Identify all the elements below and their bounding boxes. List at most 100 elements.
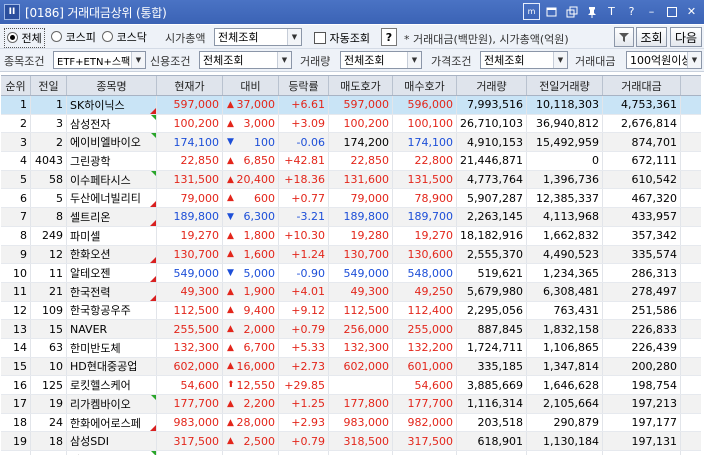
cell-name: 한국항공우주	[67, 301, 157, 320]
table-row[interactable]: 6 5 두산에너빌리티 79,000 ▲ 600 +0.77 79,000 78,900 5,90…	[1, 189, 701, 209]
cell-volume: 618,901	[457, 432, 527, 451]
new-window-icon[interactable]	[543, 3, 560, 20]
market-radio-kospi[interactable]: 코스피	[51, 29, 96, 45]
col-change-header[interactable]: 대비	[223, 76, 279, 95]
cell-bid: 982,000	[393, 413, 457, 432]
maximize-icon[interactable]	[663, 3, 680, 20]
table-row[interactable]: 3 2 에이비엘바이오 174,100 ▼ 100 -0.06 174,200 174,100 4…	[1, 133, 701, 153]
market-radio-all[interactable]: 전체	[4, 28, 45, 48]
table-row[interactable]: 18 24 한화에어로스페 983,000 ▲ 28,000 +2.93 983,000 982…	[1, 413, 701, 433]
minimize-icon[interactable]: –	[643, 3, 660, 20]
settings-button[interactable]	[614, 27, 634, 47]
next-button[interactable]: 다음	[670, 27, 702, 47]
change-value: 2,500	[243, 434, 276, 448]
cell-amount: 4,753,361	[603, 96, 681, 114]
table-row[interactable]: 17 19 리가켐바이오 177,700 ▲ 2,200 +1.25 177,800 177,7…	[1, 395, 701, 414]
col-amount-header[interactable]: 거래대금	[603, 76, 681, 95]
cell-volume-text: 887,845	[477, 322, 524, 336]
table-row[interactable]: 8 249 파미셀 19,270 ▲ 1,800 +10.30 19,280 19,270 18,…	[1, 226, 701, 246]
col-rate-header[interactable]: 등락률	[279, 76, 329, 95]
cell-rate-text: +0.77	[291, 191, 325, 205]
table-row[interactable]: 2 3 삼성전자 100,200 ▲ 3,000 +3.09 100,200 100,100 26…	[1, 114, 701, 134]
cell-price: 100,200	[157, 114, 223, 133]
cell-prev-rank-text: 10	[49, 359, 63, 373]
cell-ask: 22,850	[329, 152, 393, 170]
down-arrow-icon: ▼	[227, 211, 234, 222]
cell-volume: 4,773,764	[457, 170, 527, 189]
cell-prev-rank: 11	[31, 264, 67, 282]
cell-rank: 14	[1, 338, 31, 357]
cell-rank-text: 12	[13, 303, 27, 317]
table-row[interactable]: 1 1 SK하이닉스 597,000 ▲ 37,000 +6.61 597,000 596,00…	[1, 96, 701, 115]
col-rank-header[interactable]: 순위	[1, 76, 31, 95]
cell-rank: 20	[1, 451, 31, 455]
cell-prev-volume-text: 2,105,664	[543, 397, 599, 411]
cell-rank-text: 5	[20, 173, 27, 187]
cell-volume: 26,710,103	[457, 114, 527, 133]
cell-amount-text: 2,676,814	[621, 117, 677, 131]
news-flag-icon	[151, 133, 156, 139]
table-row[interactable]: 7 8 셀트리온 189,800 ▼ 6,300 -3.21 189,800 189,700 2,…	[1, 208, 701, 227]
col-ask-header[interactable]: 매도호가	[329, 76, 393, 95]
table-row[interactable]: 2027에코프로88,200▼1,700-1.8988,30088,2002,1…	[1, 451, 701, 455]
cell-rank-text: 13	[13, 322, 27, 336]
table-body: 1 1 SK하이닉스 597,000 ▲ 37,000 +6.61 597,000 596,00…	[1, 96, 701, 455]
volume-select[interactable]: 전체조회 ▼	[340, 51, 422, 69]
cell-ask	[329, 376, 393, 394]
query-button[interactable]: 조회	[636, 27, 667, 47]
table-row[interactable]: 16 125 로킷헬스케어 54,600 ⬆ 12,550 +29.85 54,600 3,88…	[1, 376, 701, 395]
cell-price: 177,700	[157, 395, 223, 413]
change-value: 1,900	[243, 285, 276, 299]
font-icon[interactable]: T	[603, 3, 620, 20]
up-arrow-icon: ▲	[227, 193, 234, 204]
cell-rank: 2	[1, 114, 31, 133]
table-row[interactable]: 10 11 알테오젠 549,000 ▼ 5,000 -0.90 549,000 548,000…	[1, 264, 701, 283]
table-row[interactable]: 9 12 한화오션 130,700 ▲ 1,600 +1.24 130,700 130,600 2…	[1, 245, 701, 265]
help-icon[interactable]: ?	[623, 3, 640, 20]
price-cond-select[interactable]: 전체조회 ▼	[480, 51, 568, 69]
col-prev-volume-header[interactable]: 전일거래량	[527, 76, 603, 95]
market-radio-kosdaq[interactable]: 코스닥	[102, 29, 147, 45]
cell-prev-volume-text: 36,940,812	[536, 117, 599, 131]
cell-volume: 18,182,916	[457, 226, 527, 245]
table-row[interactable]: 15 10 HD현대중공업 602,000 ▲ 16,000 +2.73 602,000 601…	[1, 357, 701, 377]
cell-change: ▲ 37,000	[223, 96, 279, 114]
table-row[interactable]: 11 21 한국전력 49,300 ▲ 1,900 +4.01 49,300 49,250 5,6…	[1, 282, 701, 302]
cell-price: 131,500	[157, 170, 223, 189]
auto-query-checkbox[interactable]: 자동조회	[314, 30, 370, 46]
market-cap-select[interactable]: 전체조회 ▼	[214, 28, 302, 46]
col-volume-header[interactable]: 거래량	[457, 76, 527, 95]
cell-prev-rank-text: 58	[49, 173, 63, 187]
table-row[interactable]: 5 58 이수페타시스 131,500 ▲ 20,400 +18.36 131,600 131,…	[1, 170, 701, 190]
col-price-header[interactable]: 현재가	[157, 76, 223, 95]
cell-change: ▲ 28,000	[223, 413, 279, 432]
table-row[interactable]: 19 18 삼성SDI 317,500 ▲ 2,500 +0.79 318,500 317,50…	[1, 432, 701, 452]
help-button[interactable]: ?	[381, 28, 397, 46]
cell-ask-text: 174,200	[343, 135, 390, 149]
table-row[interactable]: 13 15 NAVER 255,500 ▲ 2,000 +0.79 256,000 255,00…	[1, 320, 701, 339]
col-name-header[interactable]: 종목명	[67, 76, 157, 95]
close-icon[interactable]: ✕	[683, 3, 700, 20]
cell-price-text: 100,200	[173, 117, 220, 131]
cell-amount: 874,701	[603, 133, 681, 152]
copy-icon[interactable]	[563, 3, 580, 20]
item-cond-select[interactable]: ETF+ETN+스팩 ▼	[53, 51, 146, 69]
col-prev-rank-header[interactable]: 전일	[31, 76, 67, 95]
credit-flag-icon	[150, 219, 156, 226]
cell-volume: 1,116,314	[457, 395, 527, 413]
cell-rate: +5.33	[279, 338, 329, 357]
table-row[interactable]: 14 63 한미반도체 132,300 ▲ 6,700 +5.33 132,300 132,20…	[1, 338, 701, 358]
cell-change: ▲ 6,700	[223, 338, 279, 357]
cell-name-text: 파미셀	[70, 229, 101, 243]
pin-icon[interactable]	[583, 3, 600, 20]
credit-cond-select[interactable]: 전체조회 ▼	[199, 51, 292, 69]
table-row[interactable]: 4 4043 그린광학 22,850 ▲ 6,850 +42.81 22,850 22,800 2…	[1, 152, 701, 171]
amount-select[interactable]: 100억원이상 ▼	[626, 51, 702, 69]
col-bid-header[interactable]: 매수호가	[393, 76, 457, 95]
m-icon[interactable]: m	[523, 3, 540, 20]
cell-price: 317,500	[157, 432, 223, 451]
cell-prev-volume: 1,130,184	[527, 432, 603, 451]
table-row[interactable]: 12 109 한국항공우주 112,500 ▲ 9,400 +9.12 112,500 112,…	[1, 301, 701, 321]
cell-rank: 3	[1, 133, 31, 152]
cell-prev-volume: 4,113,968	[527, 208, 603, 226]
